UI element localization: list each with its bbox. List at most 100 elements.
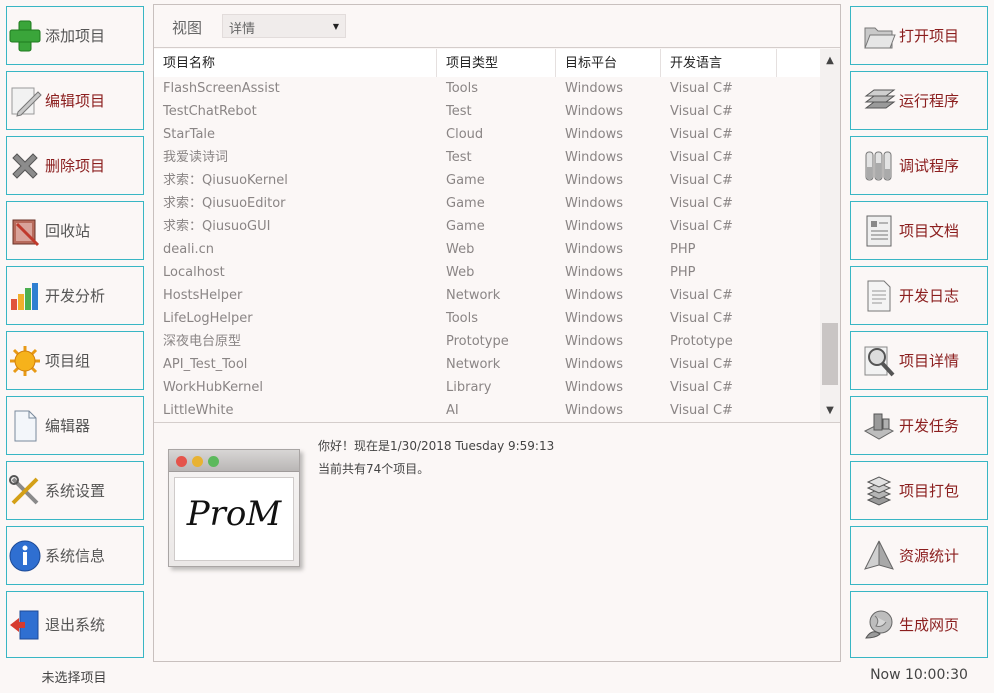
- system-info-label: 系统信息: [45, 547, 106, 565]
- greeting-text: 你好！现在是1/30/2018 Tuesday 9:59:13: [318, 439, 555, 453]
- cell-language: Visual C#: [670, 403, 733, 418]
- resource-stats-button[interactable]: 资源统计: [850, 526, 988, 585]
- logo-titlebar: [169, 450, 299, 472]
- cell-name: 我爱读诗词: [163, 150, 229, 165]
- plus-icon: [7, 18, 43, 54]
- project-doc-button[interactable]: 项目文档: [850, 201, 988, 260]
- cell-type: Network: [446, 288, 501, 303]
- minimize-dot-icon: [192, 456, 203, 467]
- status-clock-text: Now 10:00:30: [870, 667, 968, 683]
- project-group-button[interactable]: 项目组: [6, 331, 144, 390]
- table-row[interactable]: LifeLogHelper Tools Windows Visual C#: [154, 307, 820, 330]
- cell-platform: Windows: [565, 81, 624, 96]
- project-doc-label: 项目文档: [899, 222, 960, 240]
- cell-language: Visual C#: [670, 196, 733, 211]
- cell-type: Library: [446, 380, 492, 395]
- project-list[interactable]: 项目名称 项目类型 目标平台 开发语言 FlashScreenAssist To…: [154, 49, 840, 423]
- debug-program-label: 调试程序: [899, 157, 960, 175]
- table-row[interactable]: API_Test_Tool Network Windows Visual C#: [154, 353, 820, 376]
- table-row[interactable]: TestChatRebot Test Windows Visual C#: [154, 100, 820, 123]
- cell-language: PHP: [670, 242, 696, 257]
- table-row[interactable]: 求索：QiusuoKernel Game Windows Visual C#: [154, 169, 820, 192]
- system-info-button[interactable]: 系统信息: [6, 526, 144, 585]
- cell-language: Prototype: [670, 334, 733, 349]
- list-scrollbar[interactable]: ▲ ▼: [820, 49, 840, 422]
- column-header-type[interactable]: 项目类型: [437, 49, 556, 77]
- column-header-name[interactable]: 项目名称: [154, 49, 437, 77]
- package-project-button[interactable]: 项目打包: [850, 461, 988, 520]
- table-row[interactable]: deali.cn Web Windows PHP: [154, 238, 820, 261]
- list-rows: FlashScreenAssist Tools Windows Visual C…: [154, 77, 820, 422]
- cell-type: Game: [446, 196, 485, 211]
- dev-task-label: 开发任务: [899, 417, 960, 435]
- edit-project-label: 编辑项目: [45, 92, 106, 110]
- table-row[interactable]: HostsHelper Network Windows Visual C#: [154, 284, 820, 307]
- table-row[interactable]: 求索：QiusuoEditor Game Windows Visual C#: [154, 192, 820, 215]
- cell-language: Visual C#: [670, 219, 733, 234]
- cell-name: WorkHubKernel: [163, 380, 264, 395]
- exit-system-button[interactable]: 退出系统: [6, 591, 144, 658]
- cell-type: Web: [446, 265, 475, 280]
- pencil-icon: [7, 83, 43, 119]
- dev-log-button[interactable]: 开发日志: [850, 266, 988, 325]
- edit-project-button[interactable]: 编辑项目: [6, 71, 144, 130]
- table-row[interactable]: LittleWhite AI Windows Visual C#: [154, 399, 820, 422]
- table-row[interactable]: 深夜电台原型 Prototype Windows Prototype: [154, 330, 820, 353]
- column-header-platform[interactable]: 目标平台: [556, 49, 661, 77]
- add-project-button[interactable]: 添加项目: [6, 6, 144, 65]
- cell-platform: Windows: [565, 380, 624, 395]
- cell-name: LifeLogHelper: [163, 311, 253, 326]
- cell-platform: Windows: [565, 196, 624, 211]
- cell-language: Visual C#: [670, 380, 733, 395]
- dev-analysis-button[interactable]: 开发分析: [6, 266, 144, 325]
- project-details-button[interactable]: 项目详情: [850, 331, 988, 390]
- delete-x-icon: [7, 148, 43, 184]
- cell-type: Test: [446, 104, 472, 119]
- cell-language: PHP: [670, 265, 696, 280]
- cell-name: Localhost: [163, 265, 225, 280]
- scroll-down-icon[interactable]: ▼: [820, 402, 840, 420]
- logo-text: ProM: [186, 494, 282, 534]
- cell-platform: Windows: [565, 334, 624, 349]
- info-icon: [7, 538, 43, 574]
- dev-analysis-label: 开发分析: [45, 287, 106, 305]
- table-row[interactable]: StarTale Cloud Windows Visual C#: [154, 123, 820, 146]
- column-header-language[interactable]: 开发语言: [661, 49, 777, 77]
- table-row[interactable]: WorkHubKernel Library Windows Visual C#: [154, 376, 820, 399]
- editor-label: 编辑器: [45, 417, 91, 435]
- cell-name: FlashScreenAssist: [163, 81, 280, 96]
- cell-platform: Windows: [565, 150, 624, 165]
- cell-language: Visual C#: [670, 150, 733, 165]
- run-program-button[interactable]: 运行程序: [850, 71, 988, 130]
- cell-name: 求索：QiusuoKernel: [163, 173, 288, 188]
- log-icon: [861, 278, 897, 314]
- delete-project-button[interactable]: 删除项目: [6, 136, 144, 195]
- open-project-button[interactable]: 打开项目: [850, 6, 988, 65]
- table-row[interactable]: Localhost Web Windows PHP: [154, 261, 820, 284]
- document-icon: [7, 408, 43, 444]
- cell-type: Web: [446, 242, 475, 257]
- cell-language: Visual C#: [670, 288, 733, 303]
- table-row[interactable]: 我爱读诗词 Test Windows Visual C#: [154, 146, 820, 169]
- generate-webpage-button[interactable]: 生成网页: [850, 591, 988, 658]
- scroll-up-icon[interactable]: ▲: [820, 52, 840, 70]
- dev-log-label: 开发日志: [899, 287, 960, 305]
- recycle-bin-label: 回收站: [45, 222, 91, 240]
- dev-task-button[interactable]: 开发任务: [850, 396, 988, 455]
- view-select[interactable]: 详情 ▼: [222, 14, 346, 38]
- table-row[interactable]: 求索：QiusuoGUI Game Windows Visual C#: [154, 215, 820, 238]
- logo-window: ProM: [168, 449, 300, 567]
- cell-name: LittleWhite: [163, 403, 234, 418]
- system-settings-button[interactable]: 系统设置: [6, 461, 144, 520]
- cell-name: 深夜电台原型: [163, 334, 242, 349]
- system-settings-label: 系统设置: [45, 482, 106, 500]
- debug-program-button[interactable]: 调试程序: [850, 136, 988, 195]
- table-row[interactable]: FlashScreenAssist Tools Windows Visual C…: [154, 77, 820, 100]
- editor-button[interactable]: 编辑器: [6, 396, 144, 455]
- recycle-bin-button[interactable]: 回收站: [6, 201, 144, 260]
- scrollbar-thumb[interactable]: [822, 323, 838, 385]
- cell-type: Cloud: [446, 127, 484, 142]
- cell-name: HostsHelper: [163, 288, 243, 303]
- delete-project-label: 删除项目: [45, 157, 106, 175]
- cell-platform: Windows: [565, 357, 624, 372]
